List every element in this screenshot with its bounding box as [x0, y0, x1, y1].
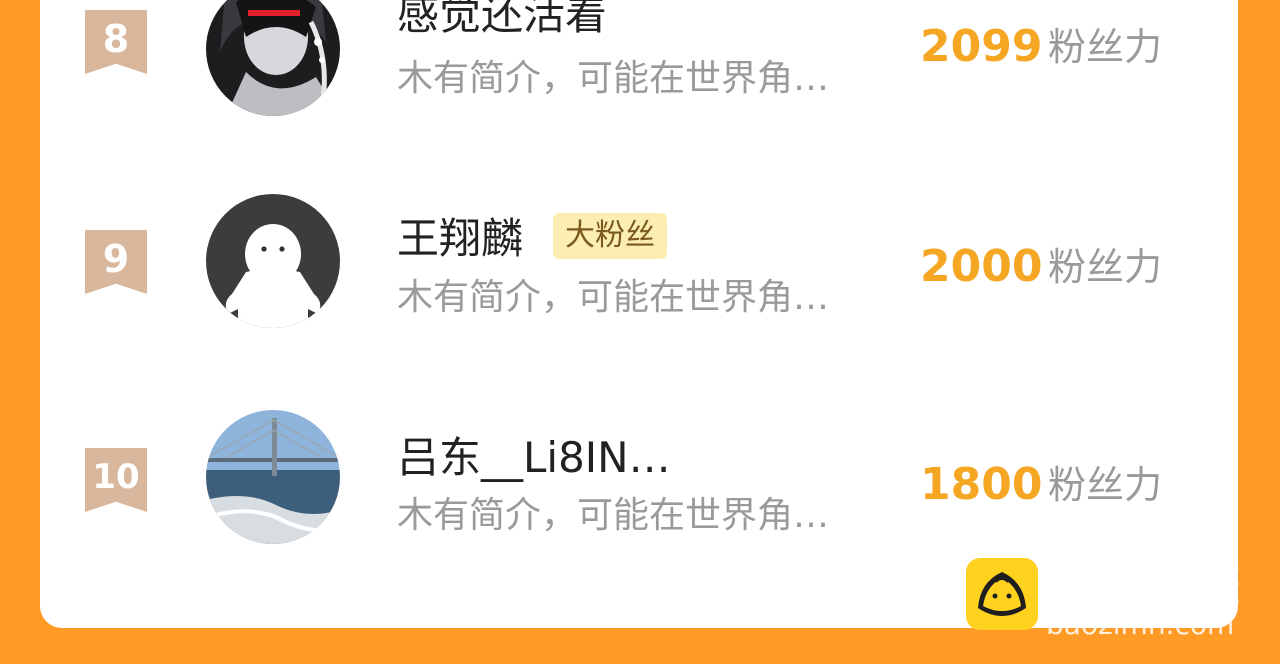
rank-ribbon: 10 — [85, 448, 147, 512]
bun-logo-icon — [966, 558, 1038, 630]
avatar[interactable] — [206, 0, 340, 116]
user-bio: 木有简介，可能在世界角… — [397, 495, 830, 536]
fan-score: 1800 — [920, 459, 1043, 510]
default-ghost-avatar-icon — [206, 194, 340, 328]
rank-ribbon: 9 — [85, 230, 147, 294]
watermark-title: 包子漫畫 — [1050, 557, 1242, 611]
bridge-sea-avatar-icon — [206, 410, 340, 544]
user-name[interactable]: 吕东__Li8IN… — [397, 433, 671, 483]
ranking-row[interactable]: 10 吕东__Li8IN… 木有简介，可能在世界角… 1800 粉丝力 — [40, 410, 1238, 570]
ranking-card: 8 感觉还活着 木有简介，可能在世界角… 2099 粉丝力 9 王翔麟 大粉丝 … — [40, 0, 1238, 628]
anime-girl-avatar-icon — [206, 0, 340, 116]
user-name[interactable]: 王翔麟 — [397, 214, 523, 264]
avatar[interactable] — [206, 194, 340, 328]
user-name[interactable]: 感觉还活着 — [397, 0, 607, 40]
rank-ribbon: 8 — [85, 10, 147, 74]
fan-score: 2099 — [920, 21, 1043, 72]
fan-score: 2000 — [920, 241, 1043, 292]
fan-score-unit: 粉丝力 — [1048, 25, 1163, 69]
fan-score-unit: 粉丝力 — [1048, 463, 1163, 507]
ranking-row[interactable]: 8 感觉还活着 木有简介，可能在世界角… 2099 粉丝力 — [40, 0, 1238, 130]
big-fan-badge: 大粉丝 — [553, 213, 667, 259]
user-bio: 木有简介，可能在世界角… — [397, 277, 830, 318]
fan-score-unit: 粉丝力 — [1048, 245, 1163, 289]
ranking-row[interactable]: 9 王翔麟 大粉丝 木有简介，可能在世界角… 2000 粉丝力 — [40, 190, 1238, 350]
avatar[interactable] — [206, 410, 340, 544]
user-bio: 木有简介，可能在世界角… — [397, 58, 830, 99]
watermark-url: baozimh.com — [1046, 608, 1235, 641]
